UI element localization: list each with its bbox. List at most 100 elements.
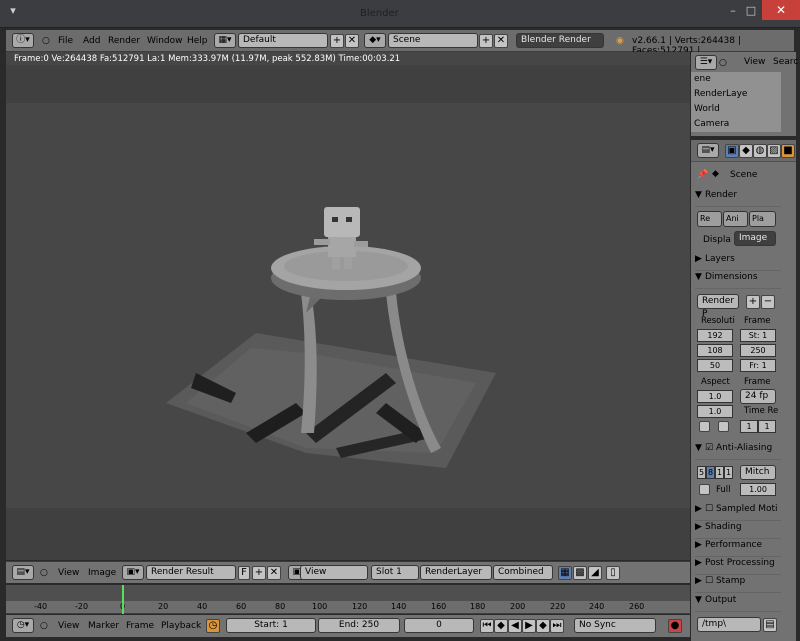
stamp-panel-header[interactable]: ▶ ☐ Stamp bbox=[695, 576, 781, 593]
scene-icon[interactable]: ◆▾ bbox=[364, 33, 386, 48]
image-name-field[interactable]: Render Result bbox=[146, 565, 236, 580]
image-browse-icon[interactable]: ▣▾ bbox=[122, 565, 144, 580]
play-reverse-icon[interactable]: ◀ bbox=[508, 619, 522, 633]
z-buffer-icon[interactable]: ◢ bbox=[588, 566, 602, 580]
render-pass-select[interactable]: Combined bbox=[493, 565, 553, 580]
info-editor-type-icon[interactable]: ⓘ▾ bbox=[12, 33, 34, 48]
fps-select[interactable]: 24 fp bbox=[740, 389, 776, 404]
collapse-icon[interactable]: ○ bbox=[719, 58, 727, 68]
remap-old-field[interactable]: 1 bbox=[740, 420, 758, 433]
aspect-y-field[interactable]: 1.0 bbox=[697, 405, 733, 418]
scene-context-icon[interactable]: ◆ bbox=[739, 144, 753, 158]
remove-screen-icon[interactable]: ✕ bbox=[345, 34, 359, 48]
render-context-icon[interactable]: ▣ bbox=[725, 144, 739, 158]
output-panel-header[interactable]: ▼ Output bbox=[695, 595, 781, 612]
alpha-checker-icon[interactable]: ▩ bbox=[573, 566, 587, 580]
aa-filter-select[interactable]: Mitch bbox=[740, 465, 776, 480]
add-preset-icon[interactable]: + bbox=[746, 295, 760, 309]
render-animation-button[interactable]: Ani bbox=[723, 211, 748, 227]
output-path-field[interactable]: /tmp\ bbox=[697, 617, 761, 632]
render-layer-select[interactable]: RenderLayer bbox=[420, 565, 492, 580]
render-engine-select[interactable]: Blender Render bbox=[516, 33, 604, 48]
aa-sample-16[interactable]: 1 bbox=[724, 466, 733, 479]
add-screen-icon[interactable]: + bbox=[330, 34, 344, 48]
resolution-y-field[interactable]: 108 bbox=[697, 344, 733, 357]
play-icon[interactable]: ▶ bbox=[522, 619, 536, 633]
menu-add[interactable]: Add bbox=[83, 36, 100, 46]
close-window-button[interactable]: ✕ bbox=[762, 0, 800, 20]
end-frame-field[interactable]: End: 250 bbox=[318, 618, 400, 633]
current-frame-indicator[interactable] bbox=[122, 585, 124, 614]
object-context-icon[interactable]: ▨ bbox=[767, 144, 781, 158]
timeline-area[interactable] bbox=[6, 585, 690, 601]
unlink-image-icon[interactable]: ✕ bbox=[267, 566, 281, 580]
menu-frame[interactable]: Frame bbox=[126, 621, 154, 631]
dimensions-panel-header[interactable]: ▼ Dimensions bbox=[695, 272, 781, 289]
app-menu-icon[interactable]: ▾ bbox=[4, 4, 22, 18]
screen-layout-icon[interactable]: ▦▾ bbox=[214, 33, 236, 48]
world-context-icon[interactable]: ◍ bbox=[753, 144, 767, 158]
full-sample-checkbox[interactable] bbox=[699, 484, 710, 495]
minimize-icon[interactable]: – bbox=[724, 4, 742, 18]
scene-field[interactable]: Scene bbox=[388, 33, 478, 48]
menu-file[interactable]: File bbox=[58, 36, 73, 46]
filter-size-field[interactable]: 1.00 bbox=[740, 483, 776, 496]
pin-icon[interactable]: 📌 bbox=[697, 170, 708, 180]
post-processing-panel-header[interactable]: ▶ Post Processing bbox=[695, 558, 781, 575]
menu-view[interactable]: View bbox=[58, 621, 79, 631]
aspect-x-field[interactable]: 1.0 bbox=[697, 390, 733, 403]
pin-image-icon[interactable]: ▯ bbox=[606, 566, 620, 580]
current-frame-field[interactable]: 0 bbox=[404, 618, 474, 633]
frame-start-field[interactable]: St: 1 bbox=[740, 329, 776, 342]
slot-select[interactable]: Slot 1 bbox=[371, 565, 419, 580]
render-image-button[interactable]: Re bbox=[697, 211, 722, 227]
image-editor-type-icon[interactable]: ▤▾ bbox=[12, 565, 34, 580]
prev-keyframe-icon[interactable]: ◆ bbox=[494, 619, 508, 633]
menu-window[interactable]: Window bbox=[147, 36, 183, 46]
jump-end-icon[interactable]: ⏭ bbox=[550, 619, 564, 633]
play-animation-button[interactable]: Pla bbox=[749, 211, 776, 227]
aa-sample-8[interactable]: 8 bbox=[706, 466, 715, 479]
display-select[interactable]: Image bbox=[734, 231, 776, 246]
next-keyframe-icon[interactable]: ◆ bbox=[536, 619, 550, 633]
remove-preset-icon[interactable]: − bbox=[761, 295, 775, 309]
outliner-item-scene[interactable]: ene bbox=[694, 74, 711, 84]
outliner-search[interactable]: Searc bbox=[773, 57, 798, 67]
browse-folder-icon[interactable]: ▤ bbox=[763, 618, 777, 632]
outliner-type-icon[interactable]: ☰▾ bbox=[695, 55, 717, 70]
performance-panel-header[interactable]: ▶ Performance bbox=[695, 540, 781, 557]
maximize-icon[interactable]: □ bbox=[742, 4, 760, 18]
jump-start-icon[interactable]: ⏮ bbox=[480, 619, 494, 633]
motion-blur-panel-header[interactable]: ▶ ☐ Sampled Moti bbox=[695, 504, 781, 521]
menu-help[interactable]: Help bbox=[187, 36, 208, 46]
menu-marker[interactable]: Marker bbox=[88, 621, 119, 631]
collapse-icon[interactable]: ○ bbox=[40, 621, 48, 631]
anti-aliasing-panel-header[interactable]: ▼ ☑ Anti-Aliasing bbox=[695, 443, 781, 460]
render-panel-header[interactable]: ▼ Render bbox=[695, 190, 781, 207]
preview-range-icon[interactable]: ◷ bbox=[206, 619, 220, 633]
layers-panel-header[interactable]: ▶ Layers bbox=[695, 254, 781, 271]
border-checkbox[interactable] bbox=[699, 421, 710, 432]
stamp-checkbox[interactable]: ☐ bbox=[705, 576, 716, 586]
menu-playback[interactable]: Playback bbox=[161, 621, 201, 631]
crop-checkbox[interactable] bbox=[718, 421, 729, 432]
properties-type-icon[interactable]: ▤▾ bbox=[697, 143, 719, 158]
add-scene-icon[interactable]: + bbox=[479, 34, 493, 48]
resolution-x-field[interactable]: 192 bbox=[697, 329, 733, 342]
frame-end-field[interactable]: 250 bbox=[740, 344, 776, 357]
motion-blur-checkbox[interactable]: ☐ bbox=[705, 504, 716, 514]
frame-step-field[interactable]: Fr: 1 bbox=[740, 359, 776, 372]
aa-sample-5[interactable]: 5 bbox=[697, 466, 706, 479]
resolution-percent-field[interactable]: 50 bbox=[697, 359, 733, 372]
outliner-item-renderlayers[interactable]: RenderLaye bbox=[694, 89, 747, 99]
fake-user-button[interactable]: F bbox=[238, 566, 250, 580]
outliner-item-camera[interactable]: Camera bbox=[694, 119, 729, 129]
aa-sample-11[interactable]: 1 bbox=[715, 466, 724, 479]
menu-view[interactable]: View bbox=[58, 568, 79, 578]
channels-icon[interactable]: ▦ bbox=[558, 566, 572, 580]
timeline-editor-type-icon[interactable]: ◷▾ bbox=[12, 618, 34, 633]
menu-render[interactable]: Render bbox=[108, 36, 140, 46]
aa-enable-checkbox[interactable]: ☑ bbox=[705, 443, 716, 453]
timeline-ruler[interactable] bbox=[6, 601, 690, 614]
remove-scene-icon[interactable]: ✕ bbox=[494, 34, 508, 48]
